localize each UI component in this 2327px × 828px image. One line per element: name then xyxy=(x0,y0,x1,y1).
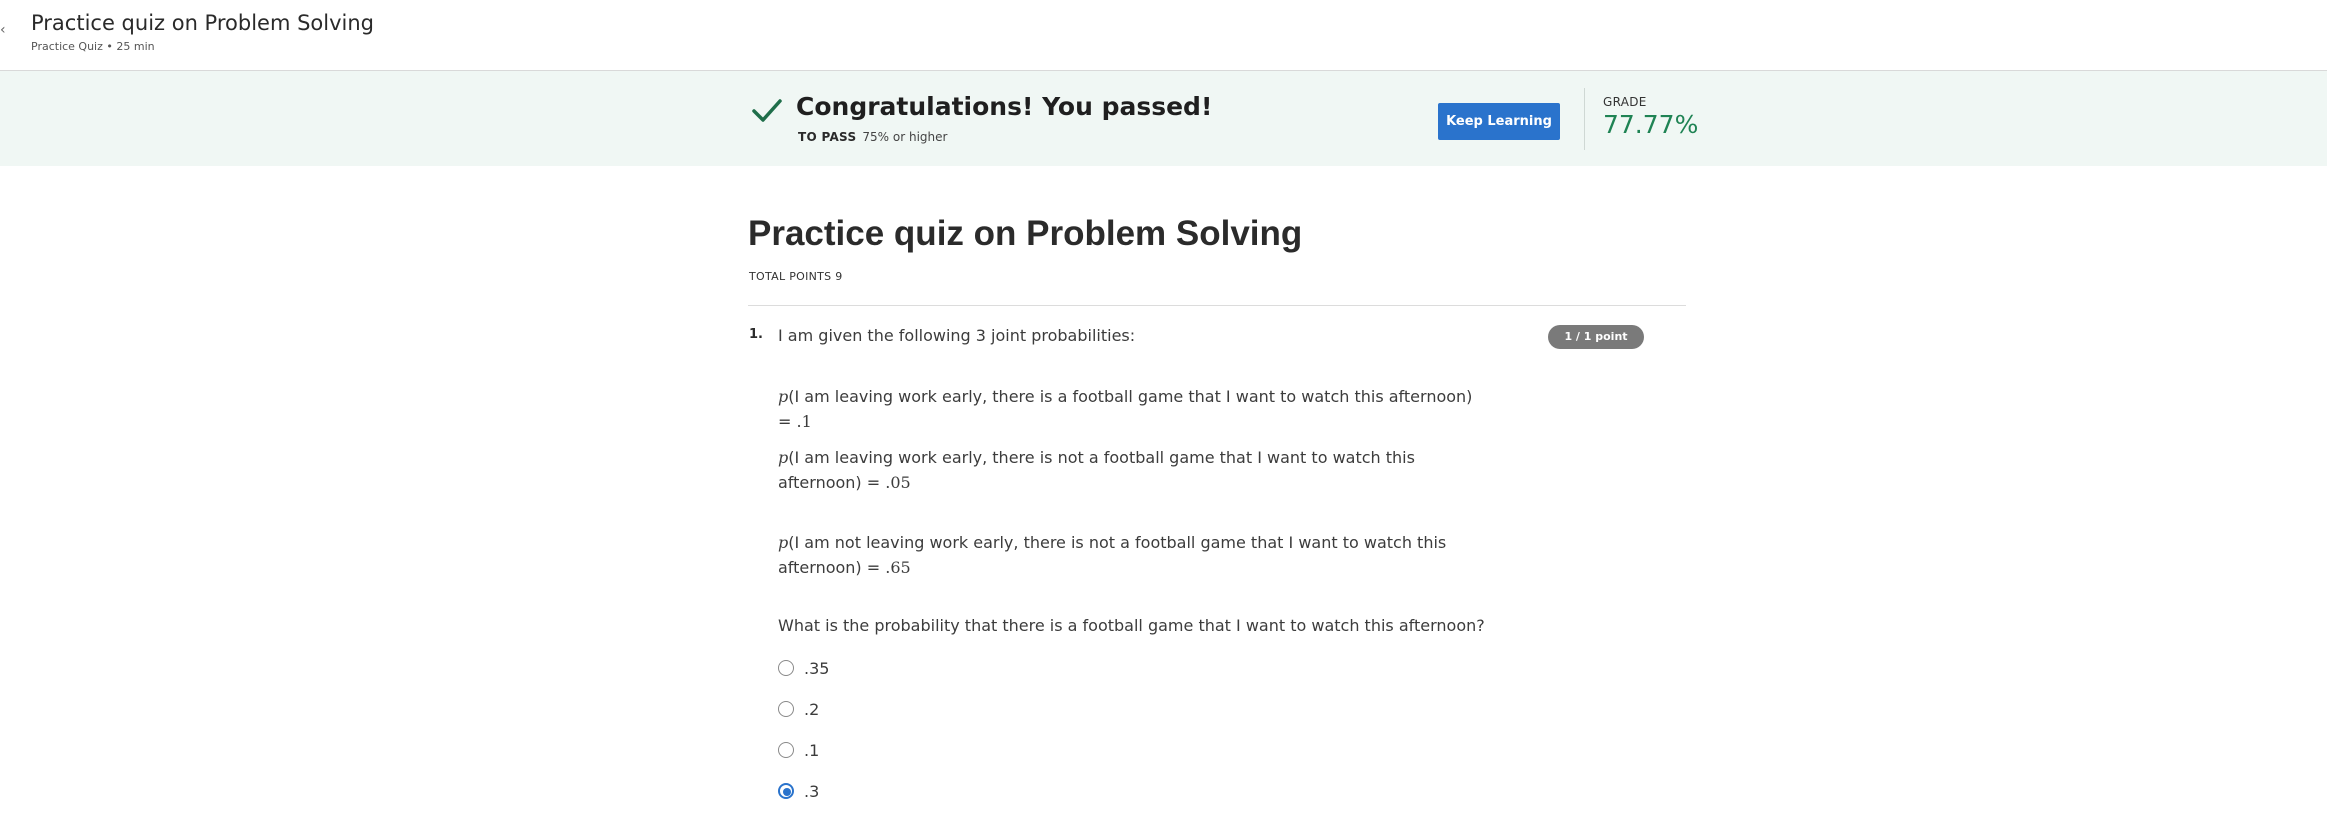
grade-value: 77.77% xyxy=(1603,110,1699,139)
answer-option[interactable]: .35 xyxy=(778,656,829,680)
probability-symbol: p xyxy=(778,533,789,552)
answer-option[interactable]: .2 xyxy=(778,697,819,721)
radio-button[interactable] xyxy=(778,742,794,758)
page-header-subtitle: Practice Quiz • 25 min xyxy=(31,40,155,53)
divider xyxy=(748,305,1686,306)
question-prompt: What is the probability that there is a … xyxy=(778,616,1485,635)
probability-symbol: p xyxy=(778,448,789,467)
answer-option-label: .3 xyxy=(804,781,820,801)
answer-option-label: .2 xyxy=(804,699,820,719)
question-number: 1. xyxy=(749,327,763,342)
grade-label: GRADE xyxy=(1603,95,1647,109)
quiz-title: Practice quiz on Problem Solving xyxy=(748,214,1303,253)
back-arrow-icon[interactable]: ‹ xyxy=(0,22,6,38)
page-header-title: Practice quiz on Problem Solving xyxy=(31,11,375,35)
probability-statement: p(I am leaving work early, there is a fo… xyxy=(778,384,1488,434)
result-banner: Congratulations! You passed! TO PASS 75% … xyxy=(0,71,2327,166)
to-pass-value: 75% or higher xyxy=(862,130,948,144)
probability-statement: p(I am not leaving work early, there is … xyxy=(778,530,1488,580)
radio-button[interactable] xyxy=(778,783,794,799)
grade-divider xyxy=(1584,88,1585,150)
answer-option-label: .1 xyxy=(804,740,820,760)
answer-option[interactable]: .3 xyxy=(778,779,819,803)
probability-symbol: p xyxy=(778,387,789,406)
pass-requirement: TO PASS 75% or higher xyxy=(798,130,947,144)
radio-button[interactable] xyxy=(778,660,794,676)
answer-option[interactable]: .1 xyxy=(778,738,819,762)
points-badge: 1 / 1 point xyxy=(1548,325,1644,349)
check-icon xyxy=(752,99,782,122)
probability-statement: p(I am leaving work early, there is not … xyxy=(778,445,1488,495)
question-intro: I am given the following 3 joint probabi… xyxy=(778,326,1136,345)
keep-learning-button[interactable]: Keep Learning xyxy=(1438,103,1560,140)
probability-value: .1 xyxy=(796,412,812,431)
probability-text: (I am not leaving work early, there is n… xyxy=(778,533,1447,577)
pass-message: Congratulations! You passed! xyxy=(796,92,1213,121)
probability-value: .65 xyxy=(885,558,911,577)
radio-button[interactable] xyxy=(778,701,794,717)
probability-text: (I am leaving work early, there is a foo… xyxy=(778,387,1473,431)
total-points: TOTAL POINTS 9 xyxy=(749,270,843,283)
to-pass-label: TO PASS xyxy=(798,130,857,144)
top-bar: ‹ Practice quiz on Problem Solving Pract… xyxy=(0,0,2327,71)
probability-value: .05 xyxy=(885,473,911,492)
answer-option-label: .35 xyxy=(804,658,830,678)
probability-text: (I am leaving work early, there is not a… xyxy=(778,448,1415,492)
